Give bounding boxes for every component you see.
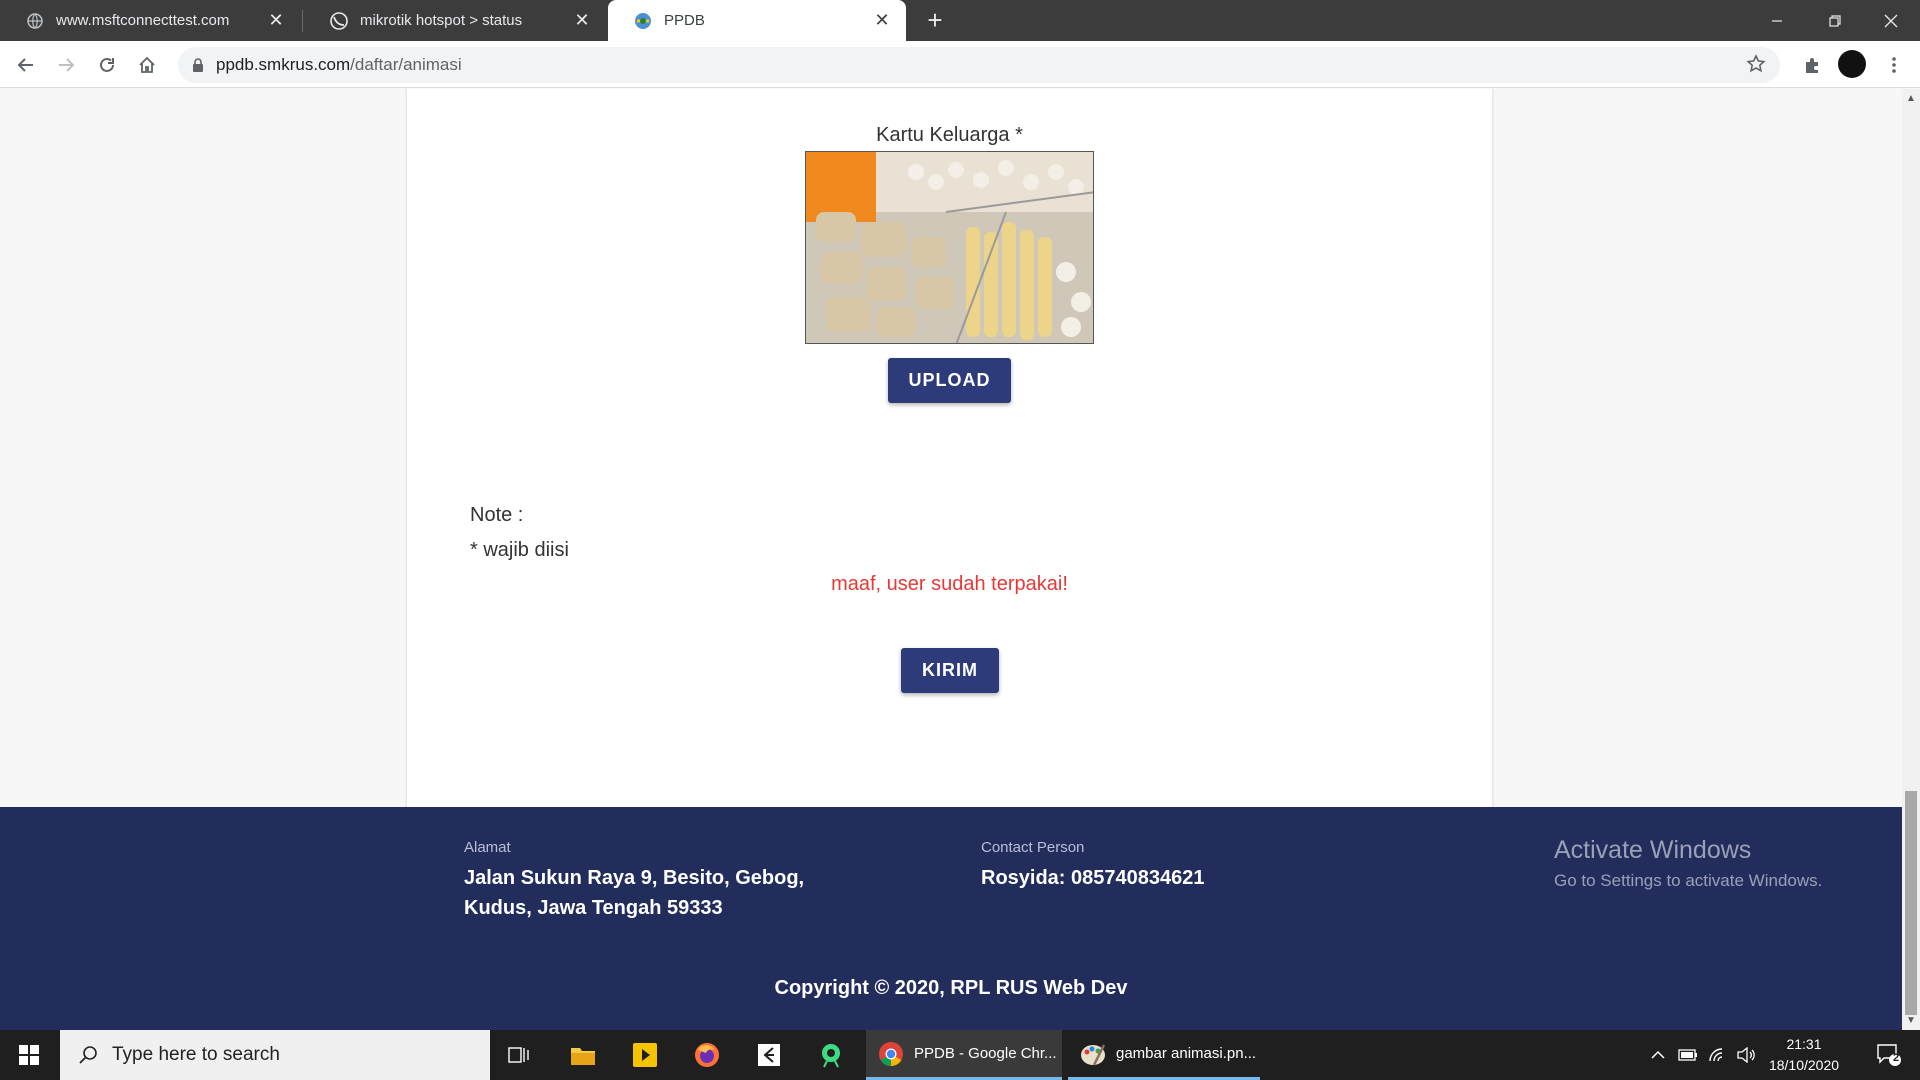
address-text: Jalan Sukun Raya 9, Besito, Gebog, Kudus… (464, 863, 804, 923)
tab-separator (302, 10, 303, 32)
copyright-text: Copyright © 2020, RPL RUS Web Dev (774, 977, 1128, 999)
new-tab-button[interactable]: + (920, 6, 950, 36)
document-label: Kartu Keluarga * (876, 124, 1023, 146)
action-center-notification-icon[interactable]: 2 (1864, 1030, 1914, 1080)
close-tab-icon[interactable]: ✕ (872, 10, 892, 31)
tab-title: mikrotik hotspot > status (360, 12, 523, 29)
scrollbar-thumb[interactable] (1905, 791, 1917, 1015)
windows-start-icon[interactable] (0, 1030, 58, 1080)
android-studio-icon[interactable] (802, 1030, 860, 1080)
taskbar-app-label: gambar animasi.pn... (1116, 1045, 1257, 1062)
page-scrollbar[interactable]: ▲ ▼ (1902, 89, 1920, 1030)
close-tab-icon[interactable]: ✕ (572, 10, 592, 31)
registration-form-card: Kartu Keluarga * UPLOAD Note: * wajib d… (407, 89, 1492, 856)
tab-mikrotik-hotspot[interactable]: mikrotik hotspot > status ✕ (304, 0, 606, 41)
back-arrow-icon[interactable] (10, 49, 42, 81)
scroll-up-arrow-icon[interactable]: ▲ (1906, 93, 1916, 104)
clock-date: 18/10/2020 (1768, 1057, 1840, 1073)
forward-arrow-icon[interactable] (50, 49, 82, 81)
reload-icon[interactable] (91, 49, 123, 81)
visual-studio-icon[interactable] (740, 1030, 798, 1080)
uploaded-document-preview (805, 151, 1094, 344)
search-placeholder: Type here to search (112, 1044, 280, 1065)
restore-window-icon[interactable] (1806, 0, 1864, 41)
search-icon (78, 1045, 98, 1065)
tab-msftconnecttest[interactable]: www.msftconnecttest.com ✕ (0, 0, 300, 41)
address-bar[interactable]: ppdb.smkrus.com/daftar/animasi (178, 47, 1780, 83)
profile-avatar[interactable] (1838, 50, 1866, 78)
address-line: Jalan Sukun Raya 9, Besito, Gebog, (464, 867, 805, 889)
note-title: Note : (470, 504, 524, 526)
tab-title: www.msftconnecttest.com (56, 12, 230, 29)
taskbar-app-label: PPDB - Google Chr... (914, 1045, 1057, 1062)
contact-label: Contact Person (981, 839, 1085, 856)
contact-value: Rosyida: 085740834621 (981, 867, 1205, 889)
clock-time: 21:31 (1786, 1036, 1822, 1052)
minimize-window-icon[interactable] (1748, 0, 1806, 41)
taskbar-app-paint[interactable]: gambar animasi.pn... (1068, 1030, 1260, 1080)
activate-windows-watermark: Activate Windows Go to Settings to activ… (1554, 836, 1822, 891)
globe-icon (26, 12, 44, 30)
ppdb-logo-icon (634, 12, 652, 30)
task-view-icon[interactable] (490, 1030, 548, 1080)
submit-button[interactable]: KIRIM (901, 648, 999, 693)
error-message: maaf, user sudah terpakai! (831, 573, 1068, 595)
home-icon[interactable] (131, 49, 163, 81)
upload-button[interactable]: UPLOAD (888, 358, 1011, 403)
watermark-title: Activate Windows (1554, 836, 1752, 864)
bookmark-star-icon[interactable] (1746, 54, 1766, 79)
note-required-text: * wajib diisi (470, 539, 569, 561)
close-window-icon[interactable] (1862, 0, 1920, 41)
tab-ppdb[interactable]: PPDB ✕ (608, 0, 906, 41)
url-host: ppdb.smkrus.com (216, 55, 351, 74)
volume-icon[interactable] (1732, 1030, 1760, 1080)
chrome-icon (878, 1041, 904, 1067)
firefox-icon[interactable] (678, 1030, 736, 1080)
show-hidden-icons-chevron-icon[interactable] (1644, 1030, 1672, 1080)
wifi-icon[interactable] (1704, 1030, 1732, 1080)
lock-icon[interactable] (192, 58, 204, 72)
mikrotik-icon (330, 11, 348, 30)
taskbar-app-chrome[interactable]: PPDB - Google Chr... (866, 1030, 1062, 1080)
windows-taskbar: Type here to search PPDB - Google Chr...… (0, 1030, 1920, 1080)
address-line: Kudus, Jawa Tengah 59333 (464, 897, 723, 919)
url-path: /daftar/animasi (350, 55, 462, 74)
taskbar-search-box[interactable]: Type here to search (60, 1030, 490, 1080)
file-explorer-icon[interactable] (554, 1030, 612, 1080)
media-player-icon[interactable] (616, 1030, 674, 1080)
address-label: Alamat (464, 839, 511, 856)
browser-toolbar: ppdb.smkrus.com/daftar/animasi (0, 41, 1920, 88)
battery-icon[interactable] (1674, 1030, 1702, 1080)
scroll-down-arrow-icon[interactable]: ▼ (1906, 1015, 1916, 1026)
paint-icon (1080, 1041, 1106, 1067)
menu-dots-icon[interactable] (1878, 49, 1910, 81)
extensions-puzzle-icon[interactable] (1796, 49, 1828, 81)
browser-tab-strip: www.msftconnecttest.com ✕ mikrotik hotsp… (0, 0, 1920, 41)
taskbar-clock[interactable]: 21:31 18/10/2020 (1758, 1034, 1850, 1076)
watermark-subtitle: Go to Settings to activate Windows. (1554, 871, 1823, 890)
close-tab-icon[interactable]: ✕ (266, 10, 286, 31)
notification-count: 2 (1893, 1052, 1900, 1064)
tab-title: PPDB (664, 12, 705, 29)
